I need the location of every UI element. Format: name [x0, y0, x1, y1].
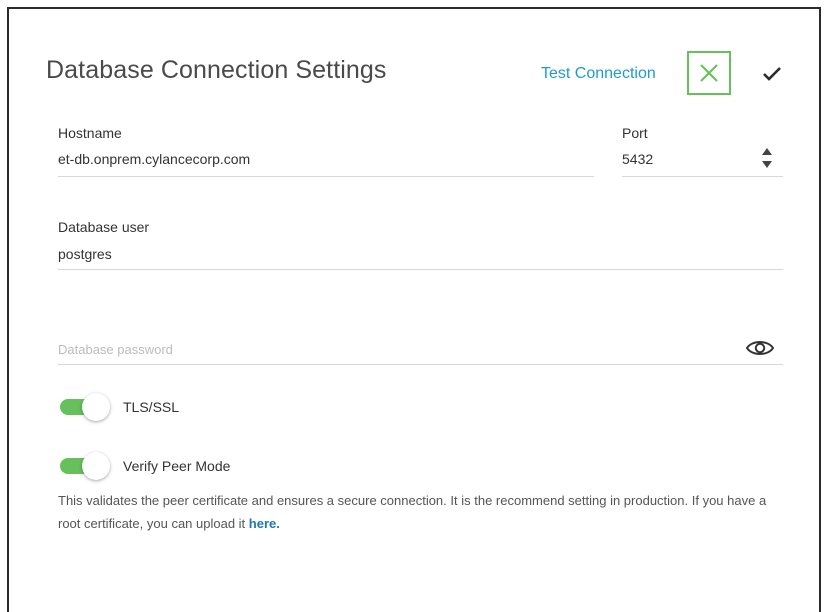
tls-ssl-label: TLS/SSL [123, 399, 180, 415]
checkmark-icon [763, 67, 781, 81]
port-label: Port [622, 125, 648, 141]
test-connection-link[interactable]: Test Connection [541, 65, 656, 83]
port-input[interactable]: 5432 [622, 151, 653, 167]
help-text: This validates the peer certificate and … [58, 493, 767, 531]
db-password-underline [58, 364, 783, 365]
verify-peer-help-text: This validates the peer certificate and … [58, 489, 778, 535]
upload-certificate-link[interactable]: here. [249, 516, 280, 531]
db-user-underline [58, 269, 783, 270]
hostname-input[interactable]: et-db.onprem.cylancecorp.com [58, 151, 250, 167]
dialog-title: Database Connection Settings [46, 56, 387, 84]
db-password-input[interactable]: Database password [58, 342, 173, 357]
eye-icon [745, 341, 775, 355]
close-icon [700, 64, 718, 82]
cancel-button[interactable] [687, 51, 731, 95]
confirm-button[interactable] [760, 62, 784, 86]
stepper-arrows-icon [762, 148, 772, 168]
verify-peer-toggle[interactable] [60, 452, 112, 480]
db-user-input[interactable]: postgres [58, 246, 112, 262]
toggle-knob [82, 452, 110, 480]
verify-peer-label: Verify Peer Mode [123, 458, 231, 474]
toggle-password-visibility[interactable] [745, 337, 775, 359]
port-underline [622, 176, 783, 177]
tls-ssl-toggle[interactable] [60, 393, 112, 421]
db-user-label: Database user [58, 219, 150, 235]
toggle-knob [82, 393, 110, 421]
hostname-label: Hostname [58, 125, 122, 141]
port-stepper[interactable] [760, 146, 774, 170]
hostname-underline [58, 176, 594, 177]
